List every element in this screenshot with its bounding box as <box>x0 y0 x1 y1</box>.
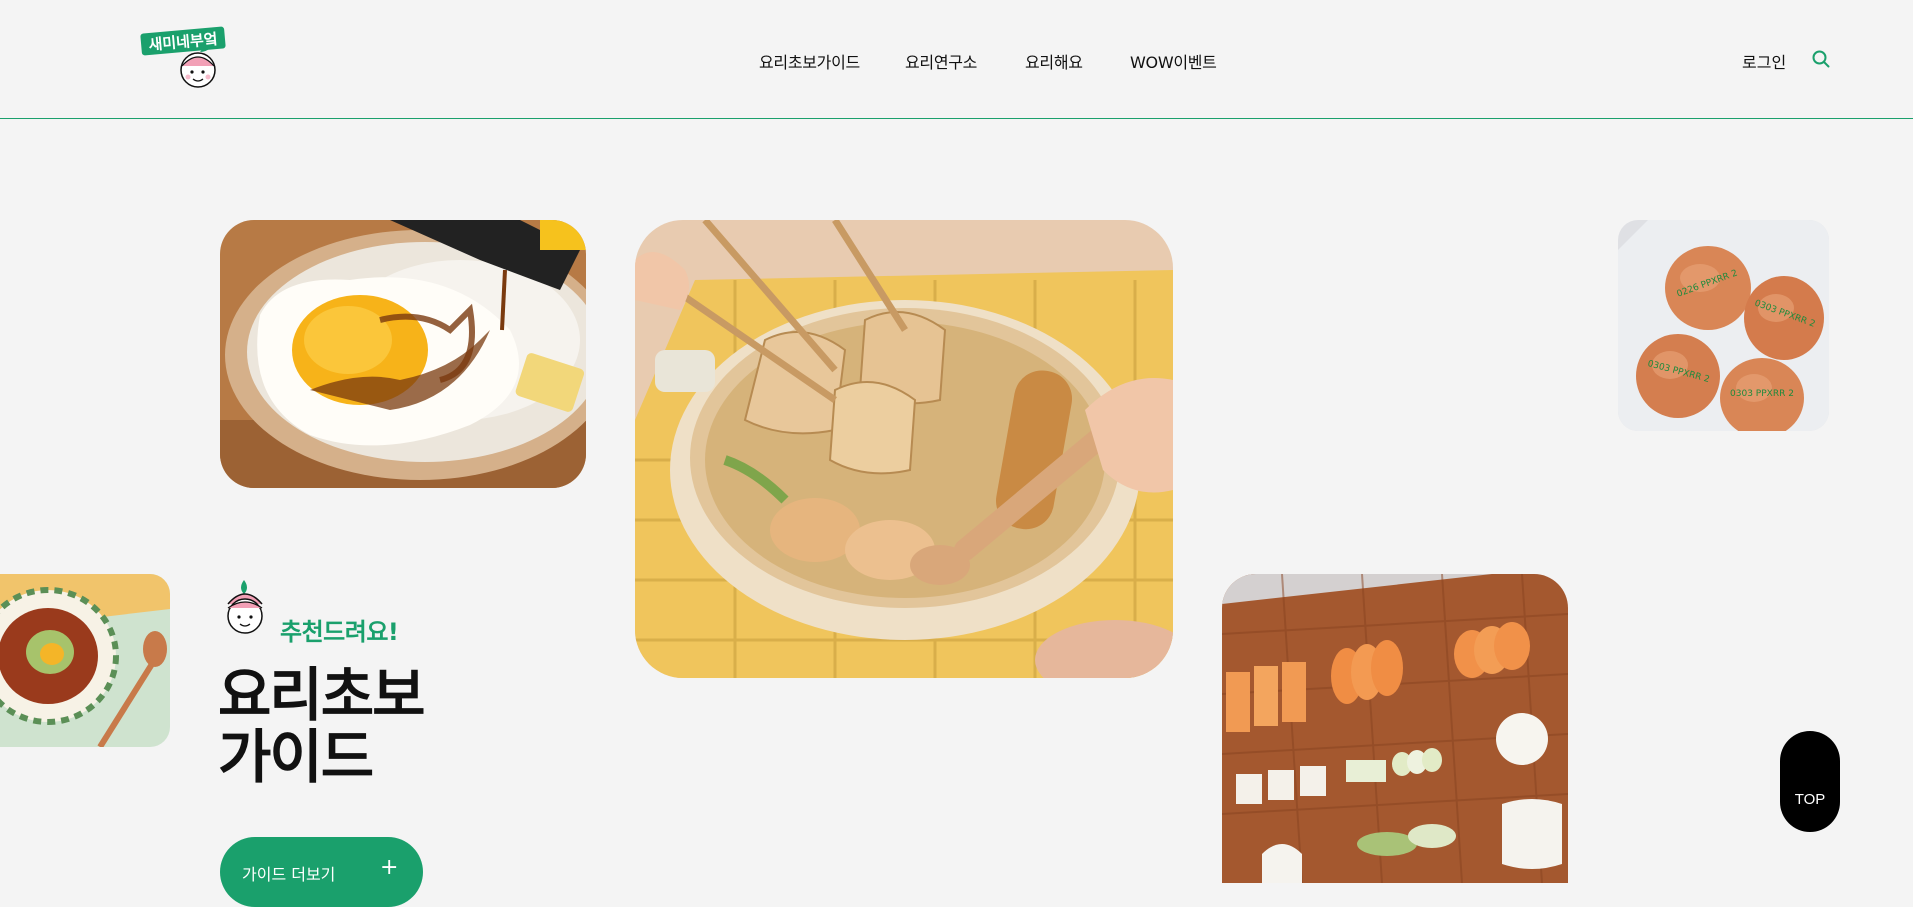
page-title-line-1: 요리초보 <box>218 661 425 729</box>
brand-logo[interactable]: 새미네부엌 <box>140 26 226 92</box>
scroll-top-button[interactable]: TOP <box>1780 731 1840 832</box>
recommend-label: 추천드려요! <box>280 618 399 646</box>
site-header: 새미네부엌 요리초보가이드 요리연구소 요리해요 WOW이벤트 로그인 <box>0 0 1913 119</box>
login-link[interactable]: 로그인 <box>1742 49 1786 73</box>
scroll-top-label: TOP <box>1794 791 1826 808</box>
sliced-vegetables-photo[interactable] <box>1222 574 1568 883</box>
character-mascot-icon <box>224 578 266 638</box>
page-title-line-2: 가이드 <box>218 723 374 791</box>
fried-egg-rice-bowl-photo[interactable] <box>220 220 586 488</box>
guide-more-button[interactable]: 가이드 더보기 + <box>220 837 423 907</box>
plus-icon: + <box>380 855 399 880</box>
bibimbap-bowl-photo[interactable] <box>0 574 170 747</box>
guide-more-label: 가이드 더보기 <box>242 865 336 884</box>
fishcake-soup-photo[interactable] <box>635 220 1173 678</box>
nav-item-cooking-lab[interactable]: 요리연구소 <box>905 49 977 73</box>
egg-stamp: 0303 PPXRR 2 <box>1730 389 1794 399</box>
eggs-carton-photo[interactable]: 0226 PPXRR 2 0303 PPXRR 2 0303 PPXRR 2 0… <box>1618 220 1829 431</box>
nav-item-wow-event[interactable]: WOW이벤트 <box>1130 49 1217 73</box>
page-title: 요리초보 가이드 <box>218 661 425 791</box>
nav-item-lets-cook[interactable]: 요리해요 <box>1025 49 1083 73</box>
nav-item-beginner-guide[interactable]: 요리초보가이드 <box>759 49 860 73</box>
search-icon[interactable] <box>1812 50 1830 68</box>
